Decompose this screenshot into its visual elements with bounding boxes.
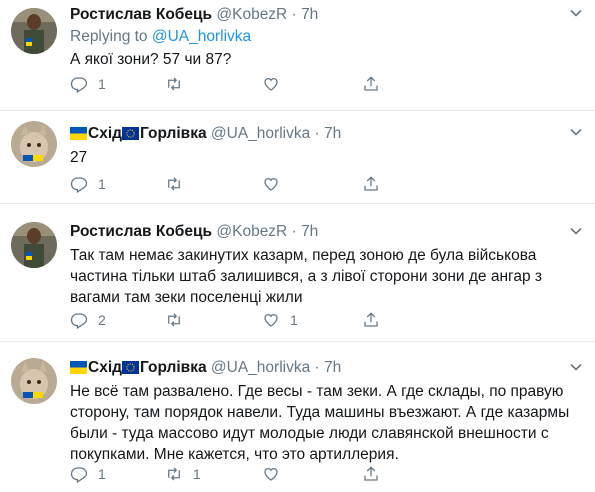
share-icon [364, 76, 378, 91]
reply-button[interactable]: 1 [70, 464, 106, 484]
reply-icon [70, 77, 88, 93]
tweet-actions: 1 1 [70, 464, 390, 484]
chevron-down-icon[interactable] [569, 224, 583, 238]
heart-icon [264, 467, 278, 481]
timestamp[interactable]: 7h [324, 125, 341, 142]
author-name-part2: Горлівка [139, 125, 207, 142]
tweet[interactable]: Схід Горлівка @UA_horlivka · 7h Не всё т… [0, 342, 595, 492]
ukraine-flag-icon [70, 361, 87, 374]
share-icon [364, 176, 378, 191]
heart-icon [264, 77, 278, 91]
retweet-button[interactable]: 1 [165, 464, 201, 484]
replying-to: Replying to @UA_horlivka [70, 26, 583, 47]
retweet-icon [168, 177, 180, 191]
like-count: 1 [290, 312, 298, 328]
author-name-part1: Схід [88, 359, 122, 376]
tweet-header: Ростислав Кобець @KobezR · 7h [70, 221, 583, 243]
share-button[interactable] [362, 464, 380, 484]
avatar[interactable] [11, 8, 57, 54]
ukraine-flag-icon [70, 127, 87, 140]
reply-count: 1 [98, 76, 106, 92]
retweet-count: 1 [193, 466, 201, 482]
like-button[interactable] [262, 464, 290, 484]
tweet-text: 27 [70, 149, 88, 166]
like-button[interactable]: 1 [262, 310, 298, 330]
heart-icon [264, 177, 278, 191]
tweet-actions: 1 [70, 174, 390, 194]
tweet-content: Схід Горлівка @UA_horlivka · 7h 27 [70, 123, 583, 168]
eu-flag-icon [121, 361, 139, 374]
tweet-text: А якої зони? 57 чи 87? [70, 51, 232, 68]
author-name[interactable]: Схід Горлівка [70, 359, 211, 376]
like-button[interactable] [262, 74, 290, 94]
chevron-down-icon[interactable] [569, 6, 583, 20]
tweet-text: Не всё там развалено. Где весы - там зек… [70, 383, 570, 463]
separator-dot: · [291, 223, 297, 240]
author-handle[interactable]: @KobezR [216, 223, 287, 240]
author-handle[interactable]: @KobezR [216, 6, 287, 23]
author-name[interactable]: Ростислав Кобець [70, 6, 212, 23]
reply-icon [70, 313, 88, 329]
reply-count: 2 [98, 312, 106, 328]
retweet-icon [168, 77, 180, 91]
tweet-content: Схід Горлівка @UA_horlivka · 7h Не всё т… [70, 357, 583, 465]
separator-dot: · [314, 359, 320, 376]
reply-button[interactable]: 1 [70, 74, 106, 94]
like-button[interactable] [262, 174, 290, 194]
tweet-actions: 1 [70, 74, 390, 94]
author-name[interactable]: Ростислав Кобець [70, 223, 212, 240]
reply-button[interactable]: 1 [70, 174, 106, 194]
share-icon [364, 466, 378, 481]
replying-prefix: Replying to [70, 28, 152, 45]
avatar[interactable] [11, 358, 57, 404]
tweet[interactable]: Ростислав Кобець @KobezR · 7h Replying t… [0, 0, 595, 111]
tweet-header: Схід Горлівка @UA_horlivka · 7h [70, 123, 583, 145]
author-handle[interactable]: @UA_horlivka [211, 125, 310, 142]
chevron-down-icon[interactable] [569, 360, 583, 374]
retweet-button[interactable] [165, 174, 193, 194]
tweet-content: Ростислав Кобець @KobezR · 7h Replying t… [70, 4, 583, 70]
separator-dot: · [291, 6, 297, 23]
replying-to-link[interactable]: @UA_horlivka [152, 28, 251, 45]
share-icon [364, 312, 378, 327]
tweet-header: Ростислав Кобець @KobezR · 7h [70, 4, 583, 26]
timestamp[interactable]: 7h [301, 223, 318, 240]
avatar[interactable] [11, 222, 57, 268]
reply-count: 1 [98, 176, 106, 192]
eu-flag-icon [121, 127, 139, 140]
author-name[interactable]: Схід Горлівка [70, 125, 211, 142]
tweet-actions: 2 1 [70, 310, 390, 330]
tweet[interactable]: Схід Горлівка @UA_horlivka · 7h 27 1 [0, 111, 595, 204]
retweet-icon [168, 313, 180, 327]
tweet-thread: Ростислав Кобець @KobezR · 7h Replying t… [0, 0, 595, 492]
separator-dot: · [314, 125, 320, 142]
author-handle[interactable]: @UA_horlivka [211, 359, 310, 376]
share-button[interactable] [362, 174, 380, 194]
retweet-button[interactable] [165, 310, 193, 330]
tweet-text: Так там немає закинутих казарм, перед зо… [70, 247, 542, 306]
author-name-part1: Схід [88, 125, 122, 142]
chevron-down-icon[interactable] [569, 125, 583, 139]
reply-icon [70, 467, 88, 483]
share-button[interactable] [362, 74, 380, 94]
share-button[interactable] [362, 310, 380, 330]
author-name-part2: Горлівка [139, 359, 207, 376]
tweet-header: Схід Горлівка @UA_horlivka · 7h [70, 357, 583, 379]
heart-icon [264, 313, 278, 327]
retweet-button[interactable] [165, 74, 193, 94]
tweet[interactable]: Ростислав Кобець @KobezR · 7h Так там не… [0, 204, 595, 342]
timestamp[interactable]: 7h [324, 359, 341, 376]
avatar[interactable] [11, 121, 57, 167]
tweet-content: Ростислав Кобець @KobezR · 7h Так там не… [70, 221, 583, 308]
reply-count: 1 [98, 466, 106, 482]
reply-icon [70, 177, 88, 193]
retweet-icon [168, 467, 180, 481]
timestamp[interactable]: 7h [301, 6, 318, 23]
reply-button[interactable]: 2 [70, 310, 106, 330]
